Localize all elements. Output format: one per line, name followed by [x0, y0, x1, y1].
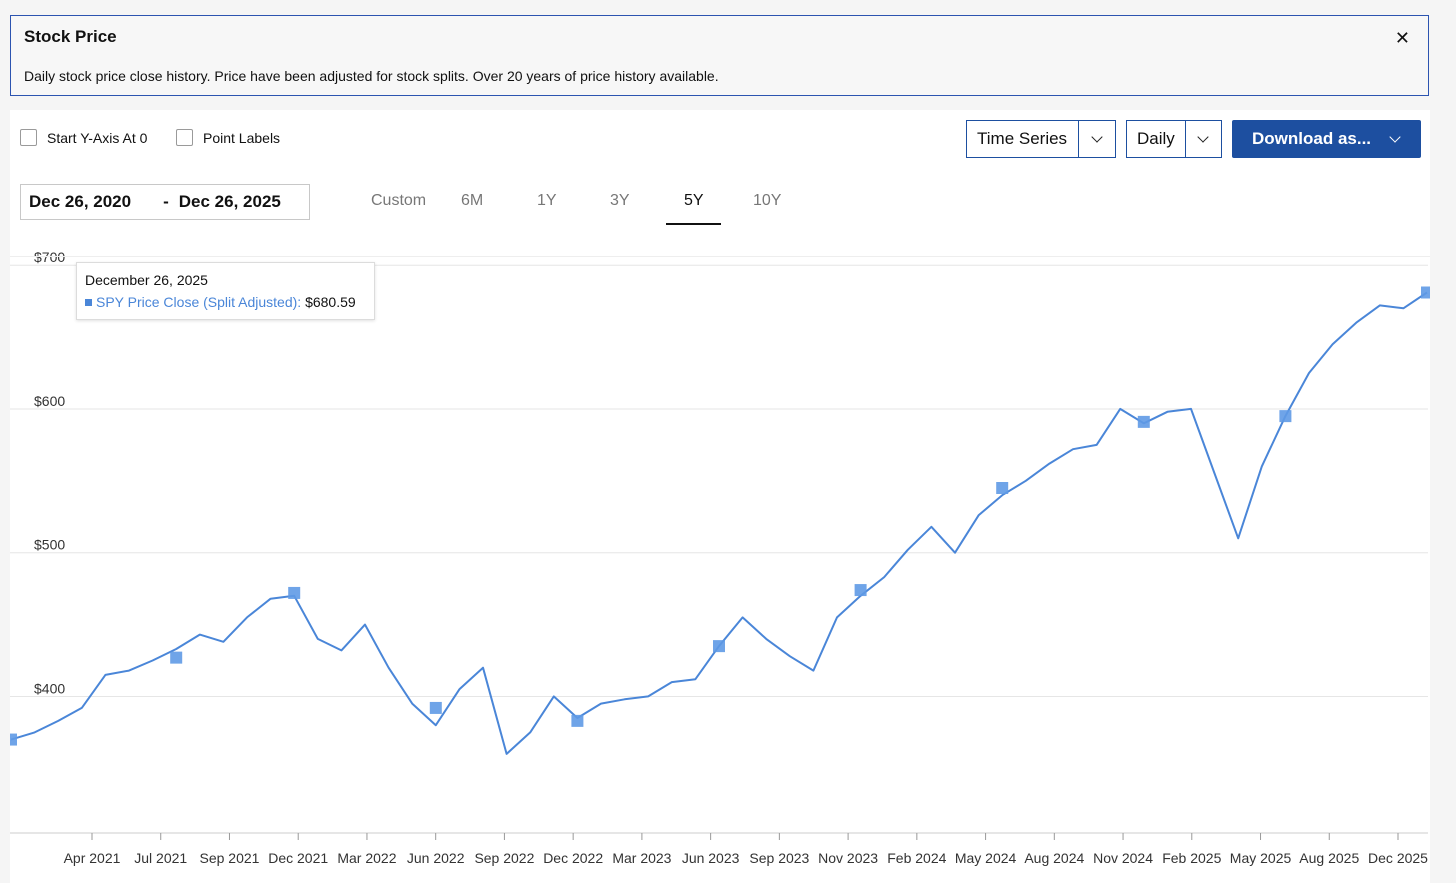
data-point-marker [429, 701, 442, 714]
stock-price-chart: $400 $500 $600 $700 Apr 2021 Jul 2021 Sep 2021… [10, 249, 1430, 866]
data-point-marker [1137, 415, 1150, 428]
info-panel: Stock Price ✕ Daily stock price close hi… [10, 15, 1429, 96]
x-tick-label: Dec 2025 [1368, 850, 1428, 866]
data-point-marker [288, 586, 301, 599]
data-point-marker [854, 584, 867, 597]
data-point-marker [1279, 410, 1292, 423]
series-swatch [85, 299, 92, 306]
x-tick-label: Jun 2022 [407, 850, 465, 866]
tab-custom[interactable]: Custom [371, 192, 426, 210]
data-point-marker [713, 640, 725, 653]
tooltip-value: $680.59 [305, 294, 356, 310]
tab-5y[interactable]: 5Y [684, 192, 704, 210]
date-to[interactable]: Dec 26, 2025 [179, 192, 281, 212]
panel-description: Daily stock price close history. Price h… [24, 68, 719, 84]
x-tick-label: Aug 2025 [1299, 850, 1359, 866]
tab-6m[interactable]: 6M [461, 192, 483, 210]
divider [10, 256, 1430, 257]
chevron-down-icon[interactable] [1184, 121, 1221, 157]
x-tick-label: Aug 2024 [1024, 850, 1084, 866]
y-tick-label: $500 [34, 537, 65, 553]
point-labels-label: Point Labels [203, 129, 281, 146]
start-y-axis-label: Start Y-Axis At 0 [47, 129, 148, 146]
tab-10y[interactable]: 10Y [753, 192, 781, 210]
x-tick-label: Jun 2023 [682, 850, 740, 866]
tooltip-date: December 26, 2025 [85, 272, 208, 288]
y-tick-label: $400 [34, 680, 65, 696]
data-point-marker [170, 651, 183, 664]
download-label: Download as... [1252, 129, 1372, 148]
x-tick-label: Mar 2023 [612, 850, 671, 866]
x-tick-label: Feb 2025 [1162, 850, 1221, 866]
active-tab-indicator [666, 223, 721, 225]
chevron-down-icon[interactable] [1078, 121, 1115, 157]
x-tick-label: Jul 2021 [134, 850, 187, 866]
tooltip-series: SPY Price Close (Split Adjusted): [96, 294, 302, 310]
start-y-axis-checkbox[interactable]: Start Y-Axis At 0 [20, 129, 147, 146]
data-point-marker [996, 482, 1009, 494]
chart-type-value: Time Series [977, 129, 1068, 148]
date-separator: - [163, 192, 169, 211]
tab-1y[interactable]: 1Y [537, 192, 557, 210]
data-point-marker [1421, 286, 1430, 299]
x-tick-label: Feb 2024 [887, 850, 946, 866]
date-range-input[interactable]: Dec 26, 2020 - Dec 26, 2025 [20, 184, 310, 220]
point-labels-checkbox[interactable]: Point Labels [176, 129, 280, 146]
x-tick-label: Mar 2022 [337, 850, 396, 866]
tab-3y[interactable]: 3Y [610, 192, 630, 210]
point-labels-checkbox-box[interactable] [176, 129, 193, 146]
series-line [10, 291, 1428, 755]
start-y-axis-checkbox-box[interactable] [20, 129, 37, 146]
x-tick-label: Sep 2022 [474, 850, 534, 866]
close-icon[interactable]: ✕ [1395, 29, 1410, 47]
panel-title: Stock Price [24, 27, 117, 46]
y-tick-label: $700 [34, 249, 65, 265]
frequency-value: Daily [1137, 129, 1175, 148]
x-tick-label: Dec 2021 [268, 850, 328, 866]
x-tick-label: May 2025 [1230, 850, 1292, 866]
tooltip-line: SPY Price Close (Split Adjusted): $680.5… [85, 294, 356, 310]
x-tick-label: Sep 2021 [199, 850, 259, 866]
x-tick-label: Nov 2023 [818, 850, 878, 866]
chart-card: $400 $500 $600 $700 Apr 2021 Jul 2021 Sep 2021… [10, 110, 1430, 883]
chevron-down-icon [1389, 131, 1401, 143]
y-tick-label: $600 [34, 393, 65, 409]
x-tick-label: Dec 2022 [543, 850, 603, 866]
x-tick-label: Sep 2023 [749, 850, 809, 866]
frequency-select[interactable]: Daily [1126, 120, 1222, 158]
chart-type-select[interactable]: Time Series [966, 120, 1116, 158]
x-tick-label: Nov 2024 [1093, 850, 1153, 866]
download-button[interactable]: Download as... [1232, 120, 1421, 158]
chart-tooltip: December 26, 2025 SPY Price Close (Split… [76, 262, 375, 320]
data-point-marker [10, 733, 17, 746]
data-point-marker [571, 714, 584, 727]
date-from[interactable]: Dec 26, 2020 [29, 192, 131, 212]
x-tick-label: May 2024 [955, 850, 1017, 866]
x-tick-label: Apr 2021 [64, 850, 121, 866]
